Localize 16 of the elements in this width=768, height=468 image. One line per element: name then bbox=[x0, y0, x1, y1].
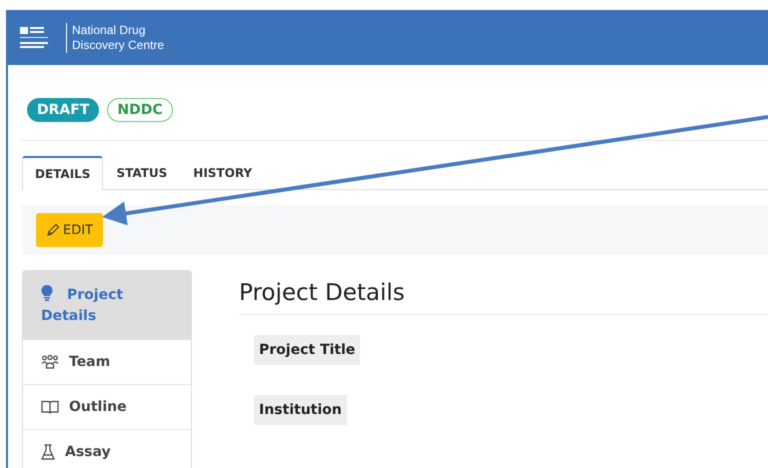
pencil-icon bbox=[46, 223, 60, 237]
section-heading: Project Details bbox=[239, 270, 768, 315]
app-title: National Drug Discovery Centre bbox=[66, 22, 164, 52]
field-label: Institution bbox=[254, 395, 347, 425]
people-icon bbox=[41, 355, 59, 369]
lightbulb-icon bbox=[41, 285, 53, 301]
field-label: Project Title bbox=[254, 335, 360, 365]
sidebar-item[interactable]: Project Details bbox=[23, 271, 191, 340]
tab[interactable]: DETAILS bbox=[22, 156, 104, 190]
edit-button[interactable]: EDIT bbox=[36, 213, 103, 247]
status-badge: NDDC bbox=[107, 98, 173, 122]
tab[interactable]: STATUS bbox=[103, 156, 180, 189]
book-icon bbox=[41, 400, 59, 414]
status-badge: DRAFT bbox=[27, 98, 100, 122]
flask-icon bbox=[41, 444, 55, 460]
tab[interactable]: HISTORY bbox=[180, 156, 266, 189]
